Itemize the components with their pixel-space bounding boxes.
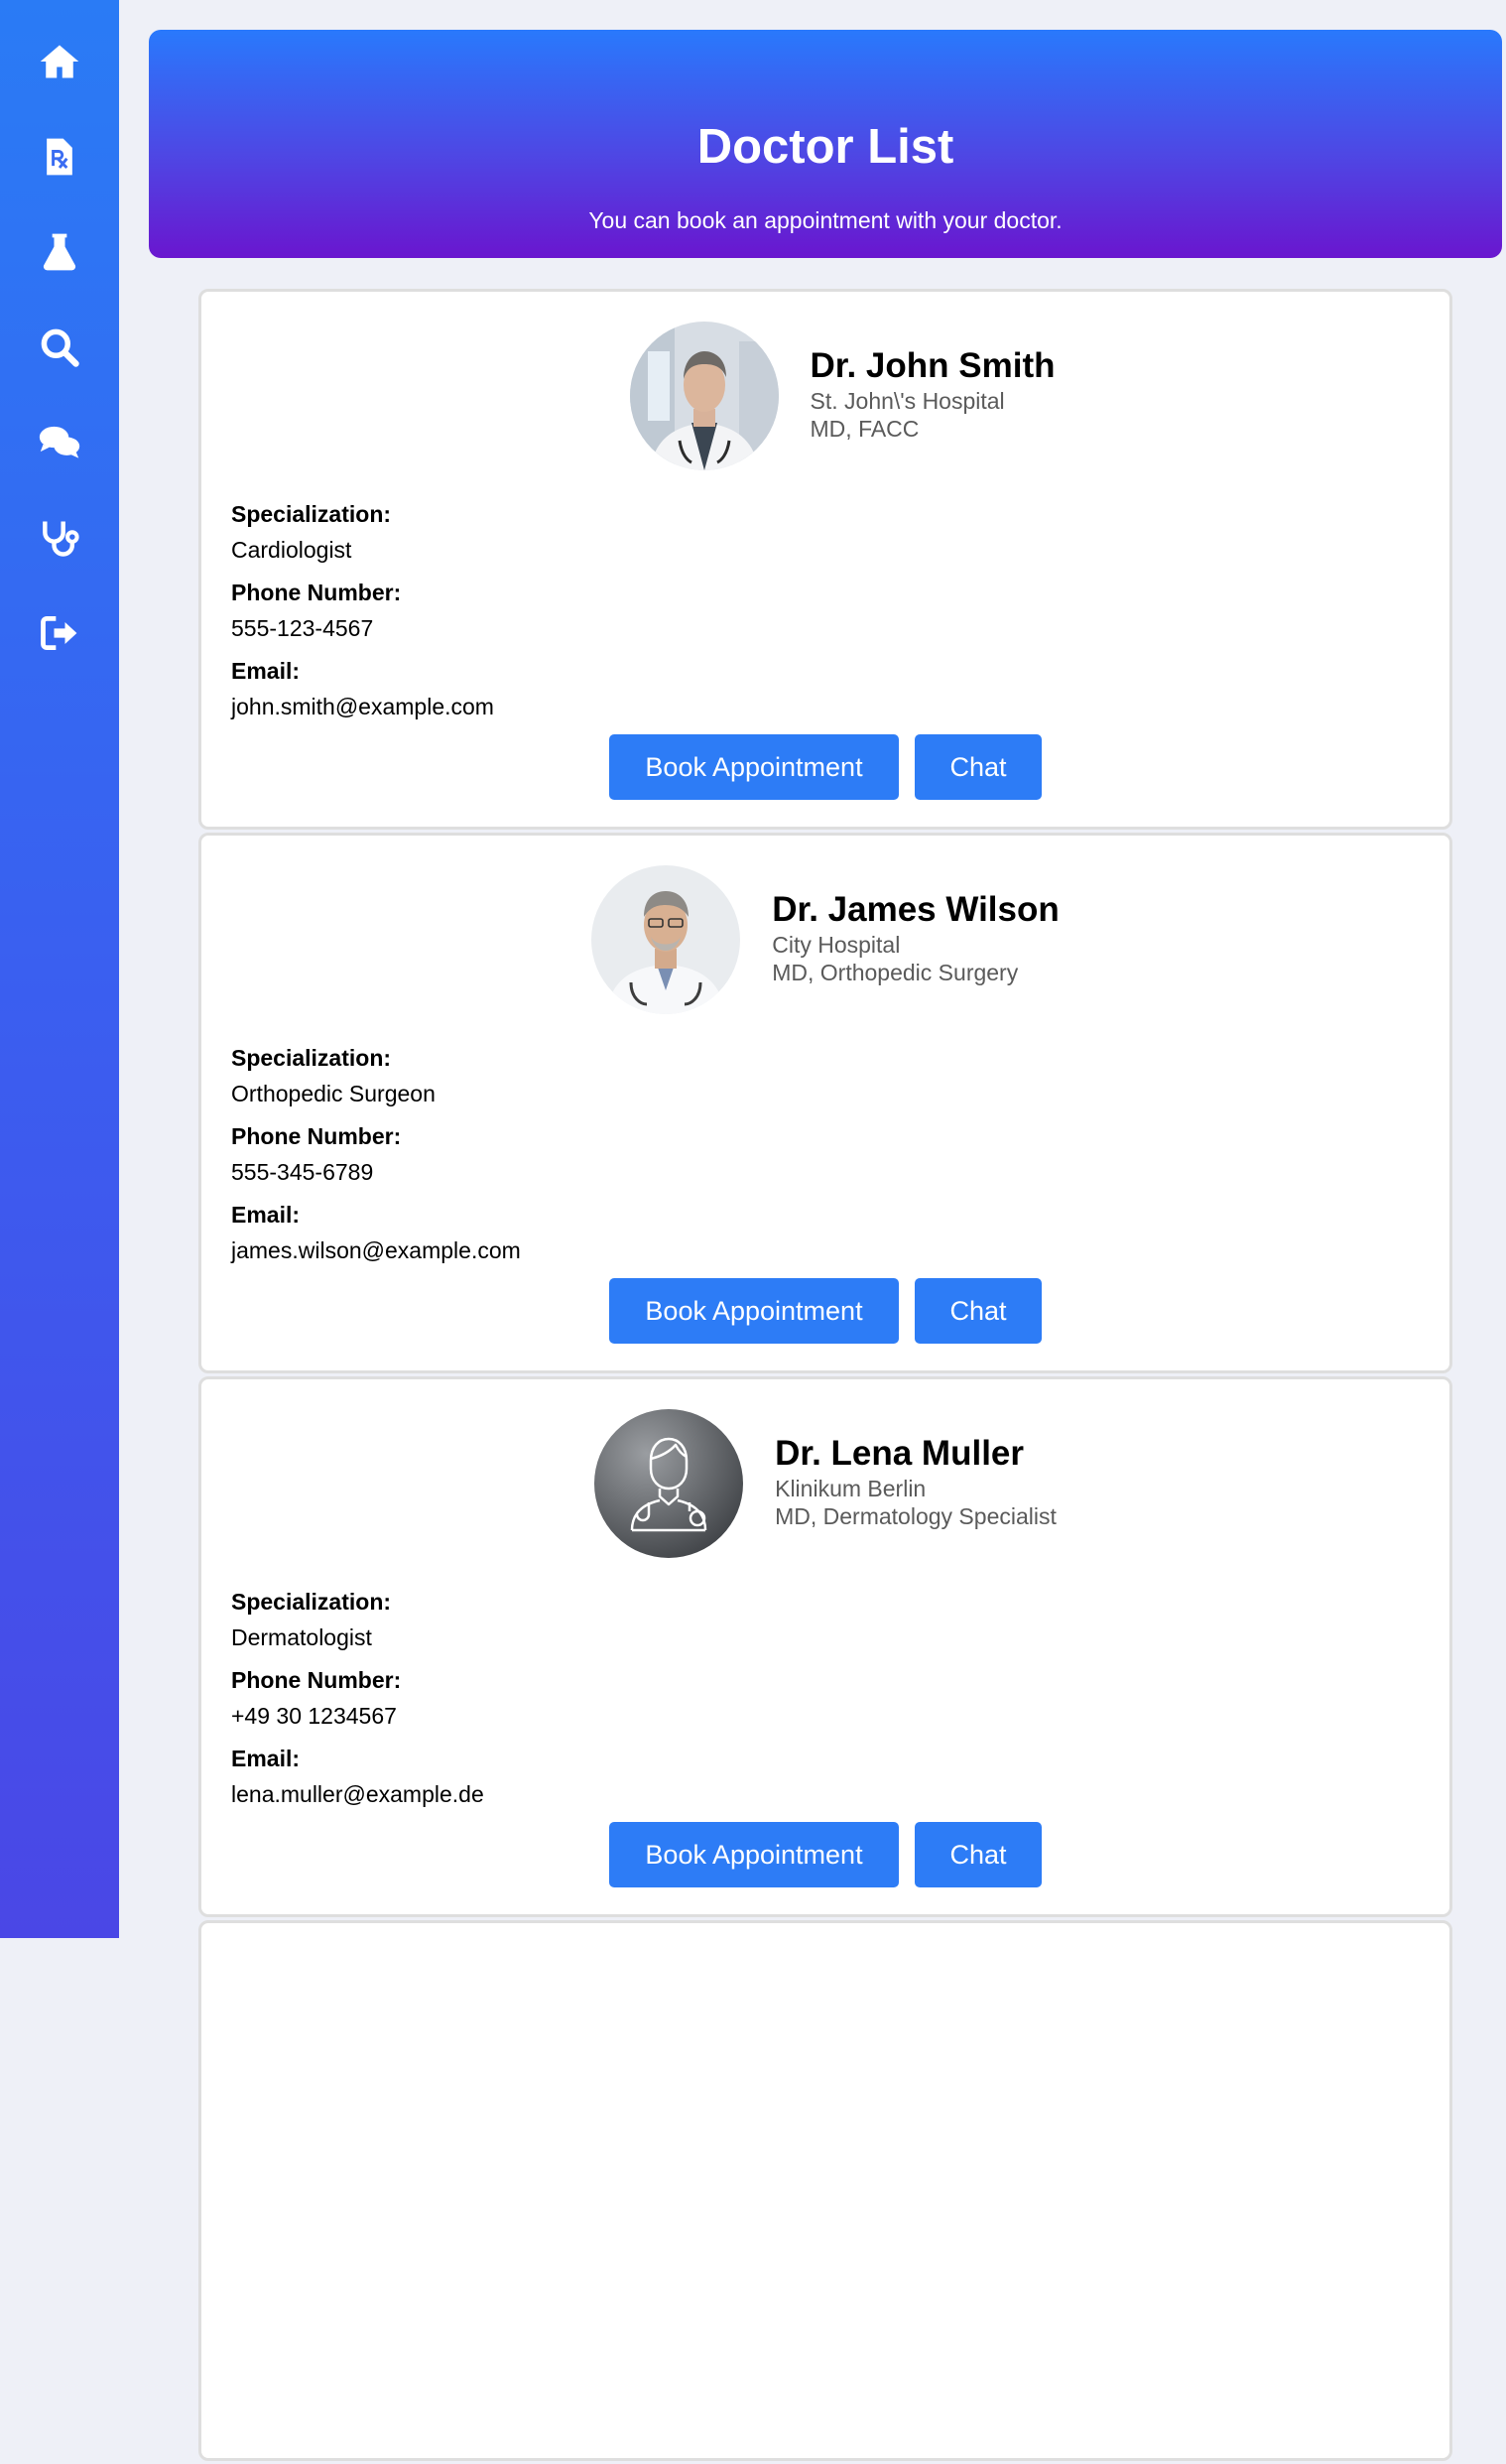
email-label: Email: xyxy=(231,1746,301,1771)
doctor-card-header: Dr. John Smith St. John\'s Hospital MD, … xyxy=(218,322,1466,470)
doctor-card-header: Dr. James Wilson City Hospital MD, Ortho… xyxy=(201,865,1449,1014)
doctor-info: Dr. James Wilson City Hospital MD, Ortho… xyxy=(772,889,1060,990)
doctor-card-partial xyxy=(198,1920,1452,2461)
email-label: Email: xyxy=(231,658,301,684)
specialization-value: Orthopedic Surgeon xyxy=(231,1081,436,1106)
book-appointment-button[interactable]: Book Appointment xyxy=(609,734,899,800)
flask-icon xyxy=(43,233,76,271)
sidebar-item-search[interactable] xyxy=(0,313,119,382)
sidebar-item-logout[interactable] xyxy=(0,598,119,668)
sidebar-item-lab[interactable] xyxy=(0,217,119,287)
doctor-actions: Book Appointment Chat xyxy=(201,1822,1449,1887)
doctor-avatar xyxy=(629,322,779,470)
sidebar-item-prescriptions[interactable] xyxy=(0,122,119,192)
sidebar-item-messages[interactable] xyxy=(0,408,119,477)
doctor-avatar xyxy=(594,1409,744,1558)
doctor-name: Dr. James Wilson xyxy=(772,890,1060,929)
doctor-credentials: MD, FACC xyxy=(810,416,920,442)
sidebar xyxy=(0,0,119,1938)
specialization-value: Dermatologist xyxy=(231,1624,372,1650)
phone-value: 555-123-4567 xyxy=(231,615,374,641)
doctor-avatar xyxy=(591,865,741,1014)
doctor-photo-icon xyxy=(629,322,779,470)
doctor-details: Specialization: Orthopedic Surgeon Phone… xyxy=(231,1044,521,1279)
doctor-actions: Book Appointment Chat xyxy=(201,734,1449,800)
phone-label: Phone Number: xyxy=(231,580,402,605)
specialization-label: Specialization: xyxy=(231,1589,392,1615)
book-appointment-button[interactable]: Book Appointment xyxy=(609,1822,899,1887)
doctor-credentials: MD, Dermatology Specialist xyxy=(775,1503,1057,1529)
sign-out-icon xyxy=(41,615,77,651)
prescription-icon xyxy=(47,138,72,176)
doctor-hospital: City Hospital xyxy=(772,932,901,958)
doctor-actions: Book Appointment Chat xyxy=(201,1278,1449,1344)
book-appointment-button[interactable]: Book Appointment xyxy=(609,1278,899,1344)
phone-value: 555-345-6789 xyxy=(231,1159,374,1185)
chat-button[interactable]: Chat xyxy=(915,734,1042,800)
doctor-card: Dr. John Smith St. John\'s Hospital MD, … xyxy=(198,289,1452,830)
sidebar-item-doctors[interactable] xyxy=(0,503,119,573)
specialization-value: Cardiologist xyxy=(231,537,352,563)
doctor-photo-icon xyxy=(591,865,741,1014)
email-value: lena.muller@example.de xyxy=(231,1781,484,1807)
doctor-info: Dr. John Smith St. John\'s Hospital MD, … xyxy=(811,345,1056,447)
phone-value: +49 30 1234567 xyxy=(231,1703,397,1729)
doctor-card: Dr. Lena Muller Klinikum Berlin MD, Derm… xyxy=(198,1376,1452,1917)
phone-label: Phone Number: xyxy=(231,1123,402,1149)
sidebar-item-home[interactable] xyxy=(0,27,119,96)
doctor-hospital: Klinikum Berlin xyxy=(775,1476,927,1501)
doctor-hospital: St. John\'s Hospital xyxy=(810,388,1005,414)
doctor-card: Dr. James Wilson City Hospital MD, Ortho… xyxy=(198,833,1452,1373)
specialization-label: Specialization: xyxy=(231,1045,392,1071)
page-subtitle: You can book an appointment with your do… xyxy=(588,207,1063,233)
home-icon xyxy=(40,45,79,78)
stethoscope-icon xyxy=(43,521,79,557)
doctor-details: Specialization: Cardiologist Phone Numbe… xyxy=(231,500,494,735)
search-icon xyxy=(41,328,79,367)
chat-button[interactable]: Chat xyxy=(915,1278,1042,1344)
page-header: Doctor List You can book an appointment … xyxy=(149,30,1502,258)
specialization-label: Specialization: xyxy=(231,501,392,527)
doctor-placeholder-icon xyxy=(594,1409,744,1558)
doctor-info: Dr. Lena Muller Klinikum Berlin MD, Derm… xyxy=(775,1433,1057,1534)
doctor-details: Specialization: Dermatologist Phone Numb… xyxy=(231,1588,484,1823)
comments-icon xyxy=(39,426,80,458)
email-value: james.wilson@example.com xyxy=(231,1237,521,1263)
chat-button[interactable]: Chat xyxy=(915,1822,1042,1887)
doctor-card-header: Dr. Lena Muller Klinikum Berlin MD, Derm… xyxy=(201,1409,1449,1558)
doctor-list: Dr. John Smith St. John\'s Hospital MD, … xyxy=(198,289,1452,2464)
doctor-credentials: MD, Orthopedic Surgery xyxy=(772,960,1019,985)
email-label: Email: xyxy=(231,1202,301,1228)
phone-label: Phone Number: xyxy=(231,1667,402,1693)
page-title: Doctor List xyxy=(696,120,954,174)
doctor-name: Dr. Lena Muller xyxy=(775,1434,1025,1473)
doctor-name: Dr. John Smith xyxy=(810,346,1056,385)
email-value: john.smith@example.com xyxy=(231,694,494,719)
